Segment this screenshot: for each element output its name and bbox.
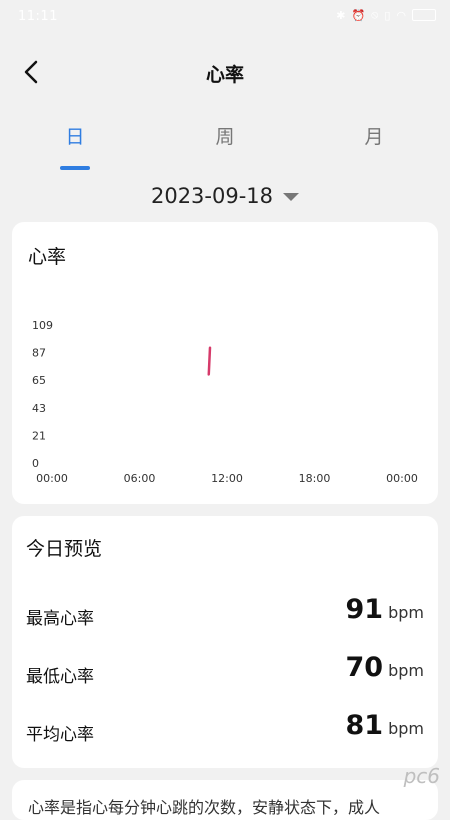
- stat-value: 81 bpm: [346, 710, 424, 741]
- y-tick-label: 65: [32, 374, 46, 387]
- today-summary-card: 今日预览 最高心率 91 bpm 最低心率 70 bpm 平均心率 81 bpm: [12, 516, 438, 768]
- stat-row-avg: 平均心率 81 bpm: [12, 710, 438, 750]
- tab-active-indicator: [60, 166, 90, 170]
- alarm-icon: ⏰: [351, 8, 366, 22]
- stat-unit: bpm: [388, 603, 424, 622]
- y-tick-label: 87: [32, 347, 46, 360]
- stat-row-max: 最高心率 91 bpm: [12, 594, 438, 634]
- x-tick-label: 00:00: [386, 472, 418, 485]
- date-picker[interactable]: 2023-09-18: [0, 184, 450, 208]
- heart-rate-series-line: [207, 346, 212, 376]
- tab-week[interactable]: 周: [195, 122, 255, 149]
- stat-label: 平均心率: [26, 725, 94, 745]
- stat-number: 70: [345, 652, 384, 683]
- stat-value: 91 bpm: [346, 594, 424, 625]
- y-tick-label: 0: [32, 457, 39, 470]
- info-text: 心率是指心每分钟心跳的次数，安静状态下，成人: [28, 798, 381, 817]
- stat-label: 最高心率: [26, 609, 94, 629]
- x-tick-label: 06:00: [124, 472, 156, 485]
- bluetooth-icon: ✱: [336, 8, 346, 22]
- x-tick-label: 18:00: [299, 472, 331, 485]
- date-label: 2023-09-18: [150, 184, 274, 208]
- page-title: 心率: [205, 64, 244, 86]
- stat-value: 70 bpm: [346, 652, 424, 683]
- heart-rate-chart-card: 心率 109 87 65 43 21 0 00:00 06:00 12:00 18:00 00:00: [12, 222, 438, 504]
- x-tick-label: 12:00: [211, 472, 243, 485]
- tab-month[interactable]: 月: [344, 122, 404, 149]
- tab-day[interactable]: 日: [45, 122, 105, 149]
- y-tick-label: 109: [32, 319, 53, 332]
- wifi-icon: ◠: [396, 8, 406, 22]
- stat-unit: bpm: [388, 719, 424, 738]
- y-tick-label: 43: [32, 402, 46, 415]
- watermark-logo: pc6: [403, 764, 440, 788]
- stat-number: 91: [345, 594, 384, 625]
- x-tick-label: 00:00: [36, 472, 68, 485]
- mute-icon: ⦸: [371, 8, 379, 21]
- period-tabs: 日 周 月: [0, 122, 450, 172]
- sim-icon: ▯: [384, 8, 391, 22]
- battery-icon: [412, 9, 436, 21]
- dropdown-caret-icon: [283, 193, 300, 201]
- summary-title: 今日预览: [26, 538, 103, 560]
- stat-number: 81: [345, 710, 384, 741]
- status-icons: ✱ ⏰ ⦸ ▯ ◠: [336, 8, 436, 22]
- stat-unit: bpm: [388, 661, 424, 680]
- stat-row-min: 最低心率 70 bpm: [12, 652, 438, 692]
- status-bar: 11:11 ✱ ⏰ ⦸ ▯ ◠: [0, 0, 450, 34]
- status-time: 11:11: [18, 9, 58, 24]
- stat-label: 最低心率: [26, 667, 94, 687]
- y-tick-label: 21: [32, 429, 46, 442]
- heart-rate-chart: 109 87 65 43 21 0 00:00 06:00 12:00 18:00 00:00: [32, 319, 418, 485]
- app-header: 心率: [0, 48, 450, 96]
- info-card: 心率是指心每分钟心跳的次数，安静状态下，成人: [12, 780, 438, 820]
